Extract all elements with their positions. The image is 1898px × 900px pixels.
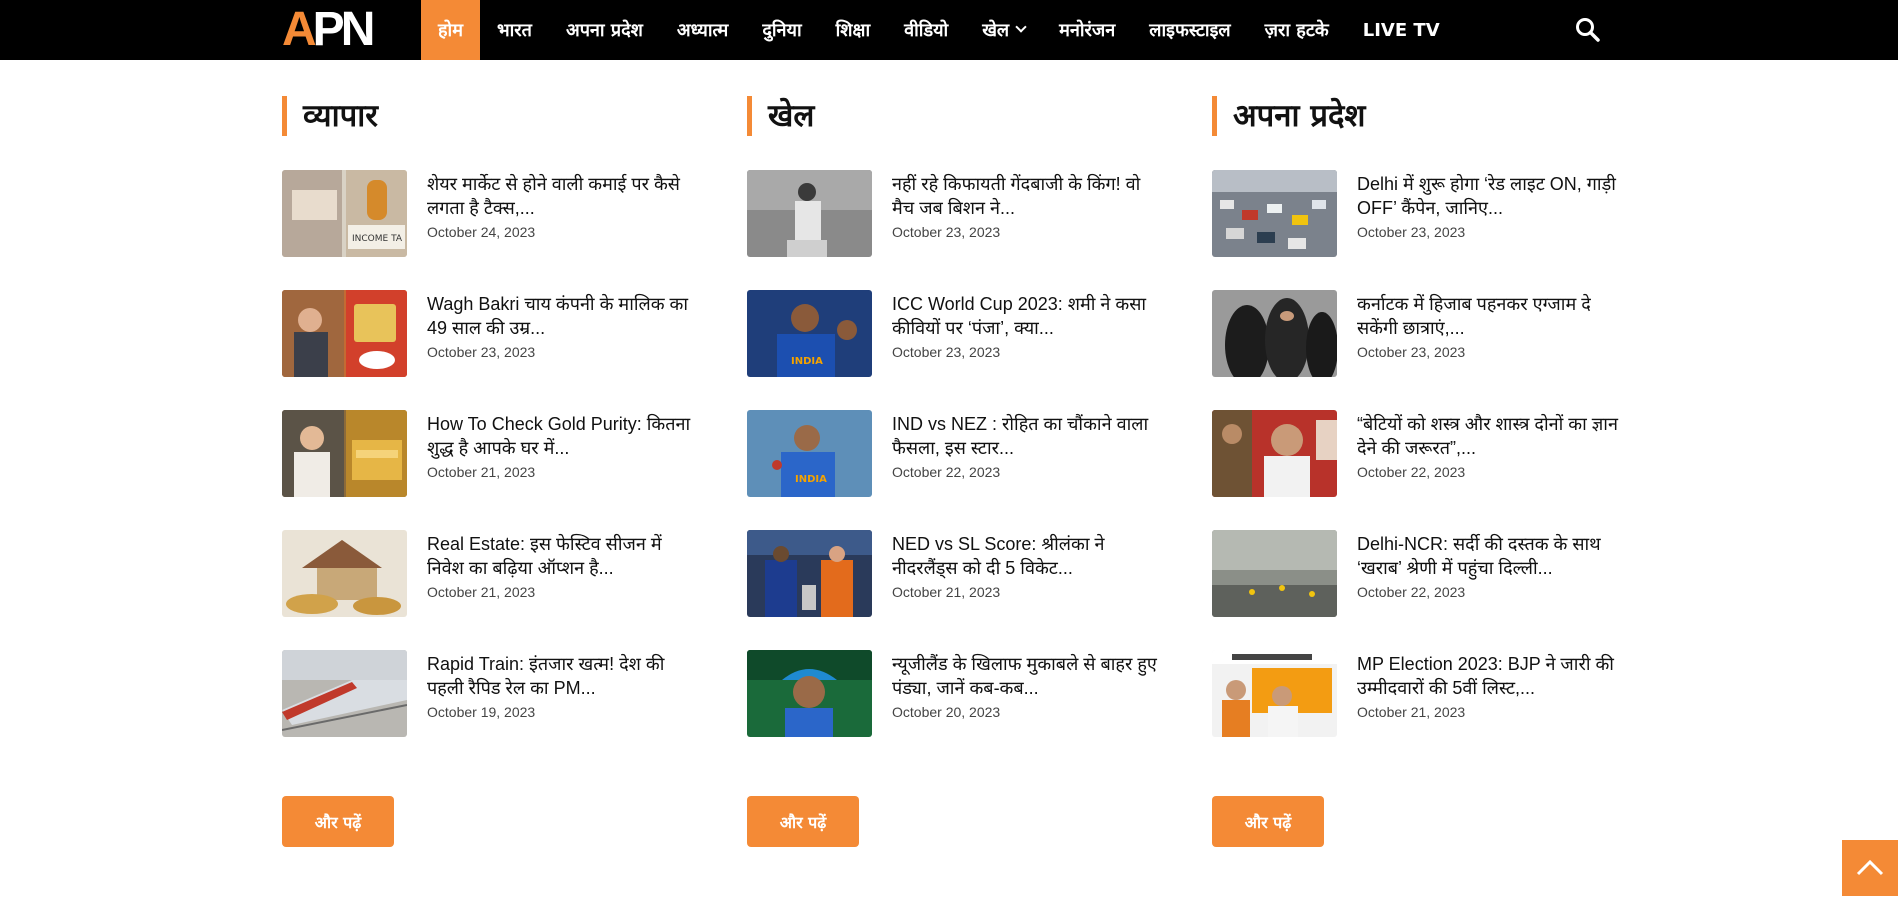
post-date: October 23, 2023 (892, 344, 1001, 360)
nav-item-lifestyle[interactable]: लाइफस्टाइल (1132, 0, 1247, 60)
section-khel: खेल नहीं रहे किफायती गेंदबाजी के किंग! व… (747, 96, 1157, 770)
section-title[interactable]: खेल (747, 96, 1147, 136)
post-date: October 21, 2023 (427, 464, 536, 480)
main-menu: होम भारत अपना प्रदेश अध्यात्म दुनिया शिक… (421, 0, 1457, 60)
post-date: October 23, 2023 (1357, 224, 1466, 240)
post-thumbnail[interactable] (282, 290, 407, 377)
list-item: नहीं रहे किफायती गेंदबाजी के किंग! वो मै… (747, 170, 1147, 258)
post-thumbnail[interactable]: INDIA (747, 410, 872, 497)
svg-text:INCOME TA: INCOME TA (352, 234, 403, 244)
post-title[interactable]: IND vs NEZ : रोहित का चौंकाने वाला फैसला… (892, 412, 1162, 460)
chevron-down-icon (1015, 21, 1027, 33)
post-date: October 19, 2023 (427, 704, 536, 720)
post-date: October 22, 2023 (1357, 464, 1466, 480)
search-icon (1576, 18, 1600, 42)
list-item: Delhi-NCR: सर्दी की दस्तक के साथ ‘खराब’ … (1212, 530, 1612, 618)
post-title[interactable]: Delhi में शुरू होगा ‘रेड लाइट ON, गाड़ी … (1357, 172, 1627, 220)
post-title[interactable]: शेयर मार्केट से होने वाली कमाई पर कैसे ल… (427, 172, 697, 220)
list-item: कर्नाटक में हिजाब पहनकर एग्जाम दे सकेंगी… (1212, 290, 1612, 378)
section-apna-pradesh: अपना प्रदेश Delhi में शुरू होगा ‘रेड लाइ… (1212, 96, 1618, 770)
list-item: Wagh Bakri चाय कंपनी के मालिक का 49 साल … (282, 290, 688, 378)
section-title[interactable]: अपना प्रदेश (1212, 96, 1612, 136)
list-item: How To Check Gold Purity: कितना शुद्ध है… (282, 410, 690, 498)
read-more-button-apna-pradesh[interactable]: और पढ़ें (1212, 796, 1324, 847)
post-thumbnail[interactable] (747, 530, 872, 617)
post-title[interactable]: Delhi-NCR: सर्दी की दस्तक के साथ ‘खराब’ … (1357, 532, 1627, 580)
post-title[interactable]: Rapid Train: इंतजार खत्म! देश की पहली रै… (427, 652, 697, 700)
nav-item-bharat[interactable]: भारत (480, 0, 549, 60)
post-title[interactable]: नहीं रहे किफायती गेंदबाजी के किंग! वो मै… (892, 172, 1162, 220)
post-title[interactable]: ICC World Cup 2023: शमी ने कसा कीवियों प… (892, 292, 1162, 340)
nav-item-home[interactable]: होम (421, 0, 480, 60)
list-item: Rapid Train: इंतजार खत्म! देश की पहली रै… (282, 650, 682, 738)
post-title[interactable]: कर्नाटक में हिजाब पहनकर एग्जाम दे सकेंगी… (1357, 292, 1627, 340)
search-button[interactable] (1574, 16, 1602, 44)
nav-item-adhyatm[interactable]: अध्यात्म (660, 0, 745, 60)
post-date: October 21, 2023 (427, 584, 536, 600)
list-item: INDIA IND vs NEZ : रोहित का चौंकाने वाला… (747, 410, 1148, 498)
section-title[interactable]: व्यापार (282, 96, 682, 136)
post-date: October 22, 2023 (892, 464, 1001, 480)
post-date: October 23, 2023 (892, 224, 1001, 240)
list-item: INDIA ICC World Cup 2023: शमी ने कसा कीव… (747, 290, 1147, 378)
post-date: October 22, 2023 (1357, 584, 1466, 600)
list-item: NED vs SL Score: श्रीलंका ने नीदरलैंड्स … (747, 530, 1147, 618)
nav-item-zara-hatke[interactable]: ज़रा हटके (1248, 0, 1346, 60)
post-thumbnail[interactable] (747, 170, 872, 257)
post-title[interactable]: न्यूजीलैंड के खिलाफ मुकाबले से बाहर हुए … (892, 652, 1162, 700)
logo-letters-pn: PN (312, 3, 376, 56)
post-title[interactable]: “बेटियों को शस्त्र और शास्त्र दोनों का ज… (1357, 412, 1627, 460)
nav-item-manoranjan[interactable]: मनोरंजन (1042, 0, 1132, 60)
svg-text:INDIA: INDIA (791, 356, 823, 367)
post-date: October 23, 2023 (427, 344, 536, 360)
list-item: न्यूजीलैंड के खिलाफ मुकाबले से बाहर हुए … (747, 650, 1157, 738)
section-vyapar: व्यापार INCOME TA शेयर मार्केट से होने व… (282, 96, 690, 770)
arrow-up-icon (1856, 859, 1884, 876)
post-title[interactable]: How To Check Gold Purity: कितना शुद्ध है… (427, 412, 697, 460)
post-date: October 21, 2023 (892, 584, 1001, 600)
nav-item-live-tv[interactable]: LIVE TV (1346, 0, 1457, 60)
post-title[interactable]: NED vs SL Score: श्रीलंका ने नीदरलैंड्स … (892, 532, 1162, 580)
logo-letter-a: A (282, 3, 317, 56)
post-date: October 24, 2023 (427, 224, 536, 240)
post-thumbnail[interactable] (1212, 530, 1337, 617)
nav-item-duniya[interactable]: दुनिया (745, 0, 818, 60)
svg-text:INDIA: INDIA (795, 474, 827, 485)
post-thumbnail[interactable] (282, 650, 407, 737)
post-title[interactable]: Real Estate: इस फेस्टिव सीजन में निवेश क… (427, 532, 697, 580)
post-title[interactable]: MP Election 2023: BJP ने जारी की उम्मीदव… (1357, 652, 1627, 700)
list-item: MP Election 2023: BJP ने जारी की उम्मीदव… (1212, 650, 1614, 738)
post-thumbnail[interactable]: INDIA (747, 290, 872, 377)
nav-item-shiksha[interactable]: शिक्षा (819, 0, 887, 60)
post-thumbnail[interactable] (1212, 410, 1337, 497)
list-item: Delhi में शुरू होगा ‘रेड लाइट ON, गाड़ी … (1212, 170, 1616, 258)
post-thumbnail[interactable] (747, 650, 872, 737)
post-date: October 23, 2023 (1357, 344, 1466, 360)
nav-item-khel-label: खेल (982, 20, 1010, 41)
read-more-button-khel[interactable]: और पढ़ें (747, 796, 859, 847)
post-title[interactable]: Wagh Bakri चाय कंपनी के मालिक का 49 साल … (427, 292, 697, 340)
scroll-to-top-button[interactable] (1842, 840, 1898, 896)
post-thumbnail[interactable] (282, 410, 407, 497)
read-more-button-vyapar[interactable]: और पढ़ें (282, 796, 394, 847)
post-date: October 21, 2023 (1357, 704, 1466, 720)
post-thumbnail[interactable] (282, 530, 407, 617)
top-navbar: A PN होम भारत अपना प्रदेश अध्यात्म दुनिया… (0, 0, 1898, 60)
list-item: INCOME TA शेयर मार्केट से होने वाली कमाई… (282, 170, 682, 258)
nav-item-khel[interactable]: खेल (965, 0, 1042, 60)
post-thumbnail[interactable]: INCOME TA (282, 170, 407, 257)
post-date: October 20, 2023 (892, 704, 1001, 720)
site-logo[interactable]: A PN (282, 3, 398, 56)
list-item: Real Estate: इस फेस्टिव सीजन में निवेश क… (282, 530, 682, 618)
nav-item-video[interactable]: वीडियो (887, 0, 965, 60)
nav-item-apna-pradesh[interactable]: अपना प्रदेश (549, 0, 660, 60)
post-thumbnail[interactable] (1212, 290, 1337, 377)
list-item: “बेटियों को शस्त्र और शास्त्र दोनों का ज… (1212, 410, 1618, 498)
post-thumbnail[interactable] (1212, 170, 1337, 257)
post-thumbnail[interactable] (1212, 650, 1337, 737)
